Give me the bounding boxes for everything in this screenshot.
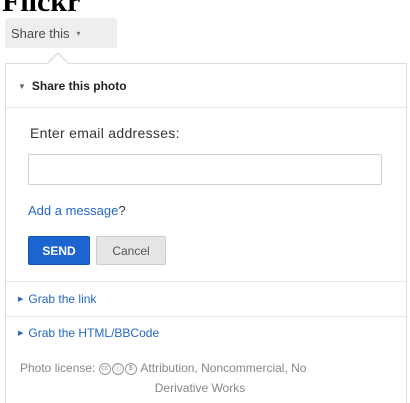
share-this-button[interactable]: Share this ▾ bbox=[5, 18, 117, 48]
cc-icon: cc bbox=[98, 362, 111, 375]
divider bbox=[6, 107, 406, 108]
share-photo-toggle[interactable]: ▼ Share this photo bbox=[18, 79, 127, 93]
divider bbox=[6, 316, 406, 317]
divider bbox=[6, 281, 406, 282]
triangle-right-icon: ▶ bbox=[18, 296, 24, 303]
cancel-button[interactable]: Cancel bbox=[96, 236, 166, 265]
add-message-label: Add a message bbox=[28, 203, 119, 218]
photo-license: Photo license: cc ⓘ $ Attribution, Noncomm… bbox=[20, 358, 400, 398]
triangle-right-icon: ▶ bbox=[18, 330, 24, 337]
license-terms-line2: Derivative Works bbox=[154, 381, 246, 395]
nc-icon: $ bbox=[124, 362, 137, 375]
email-input[interactable] bbox=[28, 154, 382, 185]
grab-html-toggle[interactable]: ▶ Grab the HTML/BBCode bbox=[18, 326, 159, 340]
share-this-label: Share this bbox=[11, 25, 70, 41]
grab-html-label: Grab the HTML/BBCode bbox=[28, 326, 160, 340]
share-photo-heading: Share this photo bbox=[31, 79, 127, 93]
email-label: Enter email addresses: bbox=[30, 125, 180, 141]
license-terms-line1: Attribution, Noncommercial, No bbox=[140, 361, 307, 375]
grab-link-toggle[interactable]: ▶ Grab the link bbox=[18, 292, 96, 306]
grab-link-label: Grab the link bbox=[28, 292, 97, 306]
chevron-down-icon: ▾ bbox=[76, 28, 81, 38]
share-panel bbox=[5, 63, 407, 403]
by-icon: ⓘ bbox=[111, 362, 124, 375]
add-message-suffix: ? bbox=[118, 203, 126, 218]
triangle-down-icon: ▼ bbox=[18, 81, 26, 91]
license-prefix: Photo license: bbox=[20, 361, 96, 375]
send-button[interactable]: SEND bbox=[28, 236, 90, 265]
add-message-link[interactable]: Add a message? bbox=[28, 203, 126, 218]
page-title: Flickr bbox=[2, 0, 81, 18]
